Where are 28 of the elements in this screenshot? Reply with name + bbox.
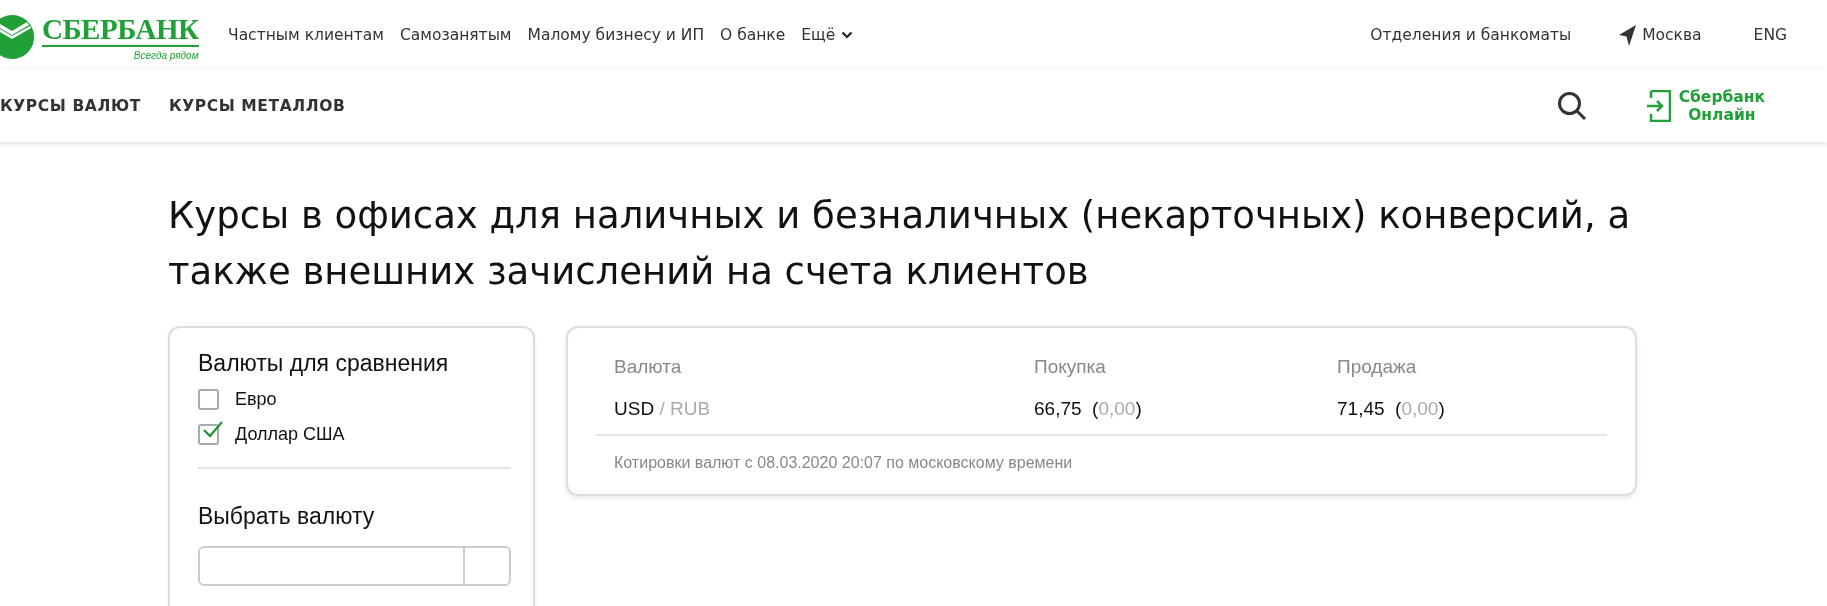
column-header: Покупка: [1034, 356, 1107, 378]
nav-link[interactable]: Самозанятым: [399, 26, 512, 44]
rate-value: 71,45 (0,00): [1337, 398, 1446, 420]
language-link[interactable]: ENG: [1753, 26, 1787, 44]
nav-link[interactable]: Ещё: [801, 26, 854, 44]
checkbox[interactable]: [198, 389, 219, 410]
nav-link[interactable]: Малому бизнесу и ИП: [527, 26, 705, 44]
section-tab[interactable]: КУРСЫ ВАЛЮТ: [0, 97, 141, 115]
currency-pair: USD / RUB: [614, 398, 712, 420]
column-header: Валюта: [614, 356, 683, 378]
search-icon[interactable]: [1556, 91, 1587, 121]
branches-link[interactable]: Отделения и банкоматы: [1370, 26, 1572, 44]
nav-link[interactable]: О банке: [720, 26, 786, 44]
column-header: Продажа: [1337, 356, 1418, 378]
checkbox-label: Евро: [235, 389, 277, 410]
city-link[interactable]: Москва: [1642, 26, 1702, 44]
logo-slogan: Всегда рядом: [133, 50, 199, 61]
location-arrow-icon: [1619, 24, 1637, 46]
panel-title: Валюты для сравнения: [198, 350, 450, 377]
chevron-down-icon: [841, 31, 854, 39]
nav-link[interactable]: Частным клиентам: [228, 26, 384, 44]
login-icon: [1646, 90, 1671, 122]
quote-note: Котировки валют с 08.03.2020 20:07 по московскому времени: [614, 454, 1074, 472]
rate-value: 66,75 (0,00): [1034, 398, 1143, 420]
page-heading: Курсы в офисах для наличных и безналичных (некарточных) конверсий, а также внешних зачислений на счета клиентов: [168, 193, 1632, 295]
panel-title: Выбрать валюту: [198, 503, 376, 530]
checkbox-label: Доллар США: [235, 424, 345, 445]
section-tab[interactable]: КУРСЫ МЕТАЛЛОВ: [168, 97, 346, 115]
